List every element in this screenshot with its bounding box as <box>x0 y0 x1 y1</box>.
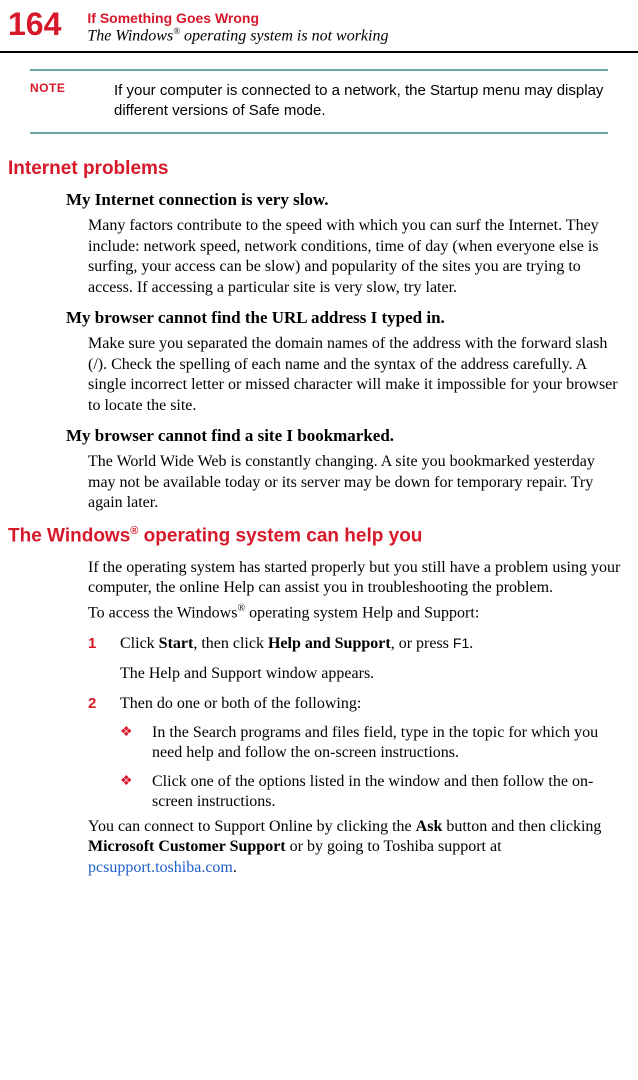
chapter-title: If Something Goes Wrong <box>87 10 388 26</box>
body-url: Make sure you separated the domain names… <box>88 334 624 416</box>
subheading-bookmark: My browser cannot find a site I bookmark… <box>66 426 608 446</box>
step-text: Then do one or both of the following: <box>120 694 624 714</box>
body-windows-access: To access the Windows® operating system … <box>88 603 624 624</box>
body-slow-internet: Many factors contribute to the speed wit… <box>88 216 624 298</box>
subheading-slow-internet: My Internet connection is very slow. <box>66 190 608 210</box>
note-text: If your computer is connected to a netwo… <box>114 81 608 120</box>
step-1: 1 Click Start, then click Help and Suppo… <box>88 634 624 654</box>
support-link[interactable]: pcsupport.toshiba.com <box>88 859 233 876</box>
subheading-url: My browser cannot find the URL address I… <box>66 308 608 328</box>
body-bookmark: The World Wide Web is constantly changin… <box>88 452 624 513</box>
body-windows-final: You can connect to Support Online by cli… <box>88 817 624 878</box>
bullet-2: ❖ Click one of the options listed in the… <box>120 772 624 813</box>
step-2: 2 Then do one or both of the following: <box>88 694 624 714</box>
header-titles: If Something Goes Wrong The Windows® ope… <box>87 8 388 45</box>
heading-windows-help: The Windows® operating system can help y… <box>8 525 638 547</box>
step-number: 2 <box>88 694 120 714</box>
step-1-sub: The Help and Support window appears. <box>120 664 624 684</box>
diamond-bullet-icon: ❖ <box>120 772 152 813</box>
note-box: NOTE If your computer is connected to a … <box>30 69 608 134</box>
diamond-bullet-icon: ❖ <box>120 723 152 764</box>
bullet-1: ❖ In the Search programs and files field… <box>120 723 624 764</box>
step-number: 1 <box>88 634 120 654</box>
section-title: The Windows® operating system is not wor… <box>87 26 388 45</box>
bullet-text: In the Search programs and files field, … <box>152 723 624 764</box>
page-header: 164 If Something Goes Wrong The Windows®… <box>0 0 638 53</box>
step-text: Click Start, then click Help and Support… <box>120 634 624 654</box>
page-number: 164 <box>8 8 61 40</box>
body-windows-intro: If the operating system has started prop… <box>88 558 624 599</box>
bullet-text: Click one of the options listed in the w… <box>152 772 624 813</box>
heading-internet-problems: Internet problems <box>8 158 638 180</box>
note-label: NOTE <box>30 81 114 120</box>
